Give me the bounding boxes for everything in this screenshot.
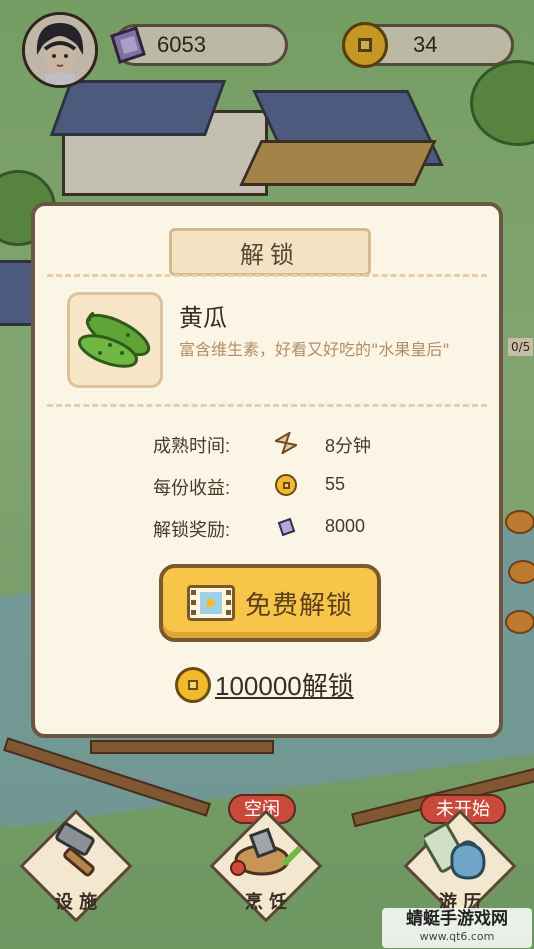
video-play-icon — [186, 585, 235, 621]
coin-unlock-button[interactable]: 100000解锁 — [175, 666, 354, 703]
hourglass-icon — [275, 432, 297, 454]
watermark-url: www.qt6.com — [419, 930, 495, 943]
cooking-label: 烹 饪 — [244, 892, 288, 913]
unlock-dialog: 解锁 黄瓜 富含维生素，好看又好吃的"水果皇后" 成熟时间: 8分钟 每份收益:… — [31, 202, 503, 738]
stat-label-mature-time: 成熟时间: — [153, 436, 231, 456]
stat-value-income: 55 — [325, 474, 346, 494]
travel-button[interactable]: 游 历 — [403, 809, 517, 923]
hammer-icon — [55, 822, 95, 877]
free-unlock-label: 免费解锁 — [244, 589, 353, 620]
cucumber-icon-frame — [67, 292, 163, 388]
gem-icon — [277, 517, 296, 537]
dialog-title: 解锁 — [169, 228, 371, 276]
free-unlock-button[interactable]: 免费解锁 — [159, 564, 381, 642]
stat-value-mature-time: 8分钟 — [325, 436, 372, 456]
stat-value-reward: 8000 — [325, 516, 366, 536]
facility-label: 设 施 — [54, 892, 98, 913]
item-description: 富含维生素，好看又好吃的"水果皇后" — [179, 340, 450, 359]
cooking-button[interactable]: 烹 饪 — [209, 809, 323, 923]
stat-label-reward: 解锁奖励: — [153, 520, 231, 540]
site-watermark: 蜻蜓手游戏网 www.qt6.com — [382, 908, 532, 948]
divider — [47, 274, 487, 277]
cutting-board-icon — [230, 827, 303, 876]
coin-icon — [275, 474, 297, 496]
coin-unlock-label: 100000解锁 — [215, 671, 354, 701]
watermark-title: 蜻蜓手游戏网 — [406, 909, 508, 929]
facility-button[interactable]: 设 施 — [19, 809, 133, 923]
coin-icon — [175, 666, 211, 703]
stat-label-income: 每份收益: — [153, 478, 231, 498]
travel-bag-icon — [424, 823, 486, 880]
item-name: 黄瓜 — [179, 305, 227, 332]
cucumber-icon — [78, 311, 151, 368]
divider — [47, 404, 487, 407]
